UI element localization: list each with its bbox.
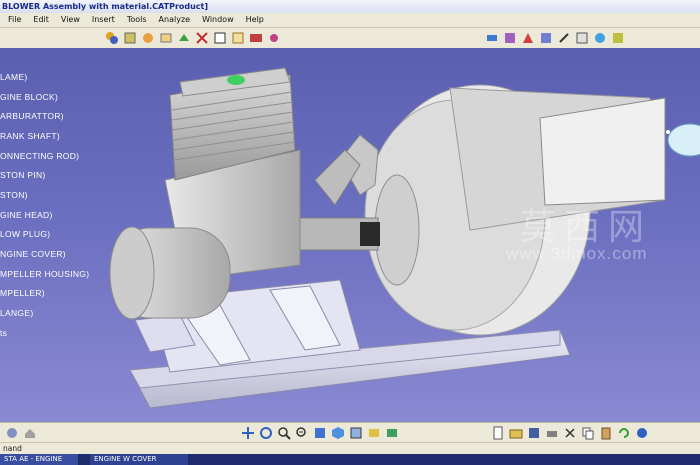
cut-icon[interactable] xyxy=(562,425,578,441)
menu-analyze[interactable]: Analyze xyxy=(153,13,197,27)
constraint-icon[interactable] xyxy=(122,30,138,46)
menu-edit[interactable]: Edit xyxy=(27,13,55,27)
zoom-in-icon[interactable] xyxy=(276,425,292,441)
menu-insert[interactable]: Insert xyxy=(86,13,121,27)
taskbar-item[interactable]: STA AE - ENGINE xyxy=(0,454,78,465)
new-icon[interactable] xyxy=(490,425,506,441)
tree-item[interactable]: LANGE) xyxy=(0,308,33,318)
swap-icon[interactable] xyxy=(384,425,400,441)
replace-icon[interactable] xyxy=(194,30,210,46)
menu-tools[interactable]: Tools xyxy=(121,13,153,27)
tree-item[interactable]: LOW PLUG) xyxy=(0,229,50,239)
help-icon[interactable] xyxy=(634,425,650,441)
menu-file[interactable]: File xyxy=(0,13,27,27)
reorder-icon[interactable] xyxy=(176,30,192,46)
tree-item[interactable]: ONNECTING ROD) xyxy=(0,151,79,161)
hide-icon[interactable] xyxy=(366,425,382,441)
tree-item[interactable]: RANK SHAFT) xyxy=(0,131,60,141)
taskbar: STA AE - ENGINE ENGINE W COVER xyxy=(0,454,700,465)
normal-view-icon[interactable] xyxy=(312,425,328,441)
bottom-toolbar xyxy=(0,422,700,443)
window-title: BLOWER Assembly with material.CATProduct… xyxy=(0,0,700,13)
watermark-url: www.3dmox.com xyxy=(506,244,648,263)
tree-item[interactable]: LAME) xyxy=(0,72,27,82)
print-icon[interactable] xyxy=(544,425,560,441)
assembly-icon[interactable] xyxy=(104,30,120,46)
env-icon[interactable] xyxy=(610,30,626,46)
menu-bar: File Edit View Insert Tools Analyze Wind… xyxy=(0,13,700,28)
clash-icon[interactable] xyxy=(538,30,554,46)
menu-window[interactable]: Window xyxy=(196,13,240,27)
light-icon[interactable] xyxy=(592,30,608,46)
iso-view-icon[interactable] xyxy=(330,425,346,441)
tree-item[interactable]: GINE BLOCK) xyxy=(0,92,58,102)
menu-help[interactable]: Help xyxy=(240,13,270,27)
render-icon[interactable] xyxy=(574,30,590,46)
shading-icon[interactable] xyxy=(348,425,364,441)
pan-icon[interactable] xyxy=(240,425,256,441)
home-icon[interactable] xyxy=(22,425,38,441)
tree-item[interactable]: GINE HEAD) xyxy=(0,210,53,220)
tree-item[interactable]: NGINE COVER) xyxy=(0,249,66,259)
measure-icon[interactable] xyxy=(502,30,518,46)
sketch-icon[interactable] xyxy=(556,30,572,46)
undo-icon[interactable] xyxy=(616,425,632,441)
save-icon[interactable] xyxy=(526,425,542,441)
watermark-logo: 莫西网 xyxy=(520,207,653,248)
open-icon[interactable] xyxy=(508,425,524,441)
explode-icon[interactable] xyxy=(266,30,282,46)
paste-icon[interactable] xyxy=(598,425,614,441)
tree-item[interactable]: ts xyxy=(0,328,7,338)
top-toolbar xyxy=(0,28,700,49)
insert-icon[interactable] xyxy=(158,30,174,46)
tree-item[interactable]: ARBURATTOR) xyxy=(0,111,64,121)
fly-icon[interactable] xyxy=(4,425,20,441)
flange xyxy=(374,174,420,286)
tree-item[interactable]: STON) xyxy=(0,190,28,200)
tree-item[interactable]: STON PIN) xyxy=(0,170,46,180)
view-toolbar xyxy=(240,425,400,441)
glow-plug xyxy=(227,75,245,85)
taskbar-item[interactable]: ENGINE W COVER xyxy=(90,454,188,465)
assembly-toolbar xyxy=(104,30,282,46)
section-icon[interactable] xyxy=(520,30,536,46)
snap-icon[interactable] xyxy=(212,30,228,46)
standard-toolbar xyxy=(490,425,650,441)
numbering-icon[interactable] xyxy=(230,30,246,46)
command-status[interactable]: nand xyxy=(0,442,700,454)
zoom-out-icon[interactable] xyxy=(294,425,310,441)
scenes-icon[interactable] xyxy=(248,30,264,46)
tools-toolbar xyxy=(484,30,626,46)
catalog-icon[interactable] xyxy=(140,30,156,46)
tree-item[interactable]: MPELLER) xyxy=(0,288,45,298)
rotate-icon[interactable] xyxy=(258,425,274,441)
left-bottom-group xyxy=(4,425,38,441)
tree-item[interactable]: MPELLER HOUSING) xyxy=(0,269,89,279)
publish-icon[interactable] xyxy=(484,30,500,46)
3d-viewport[interactable]: LAME) GINE BLOCK) ARBURATTOR) RANK SHAFT… xyxy=(0,48,700,422)
menu-view[interactable]: View xyxy=(55,13,86,27)
copy-icon[interactable] xyxy=(580,425,596,441)
